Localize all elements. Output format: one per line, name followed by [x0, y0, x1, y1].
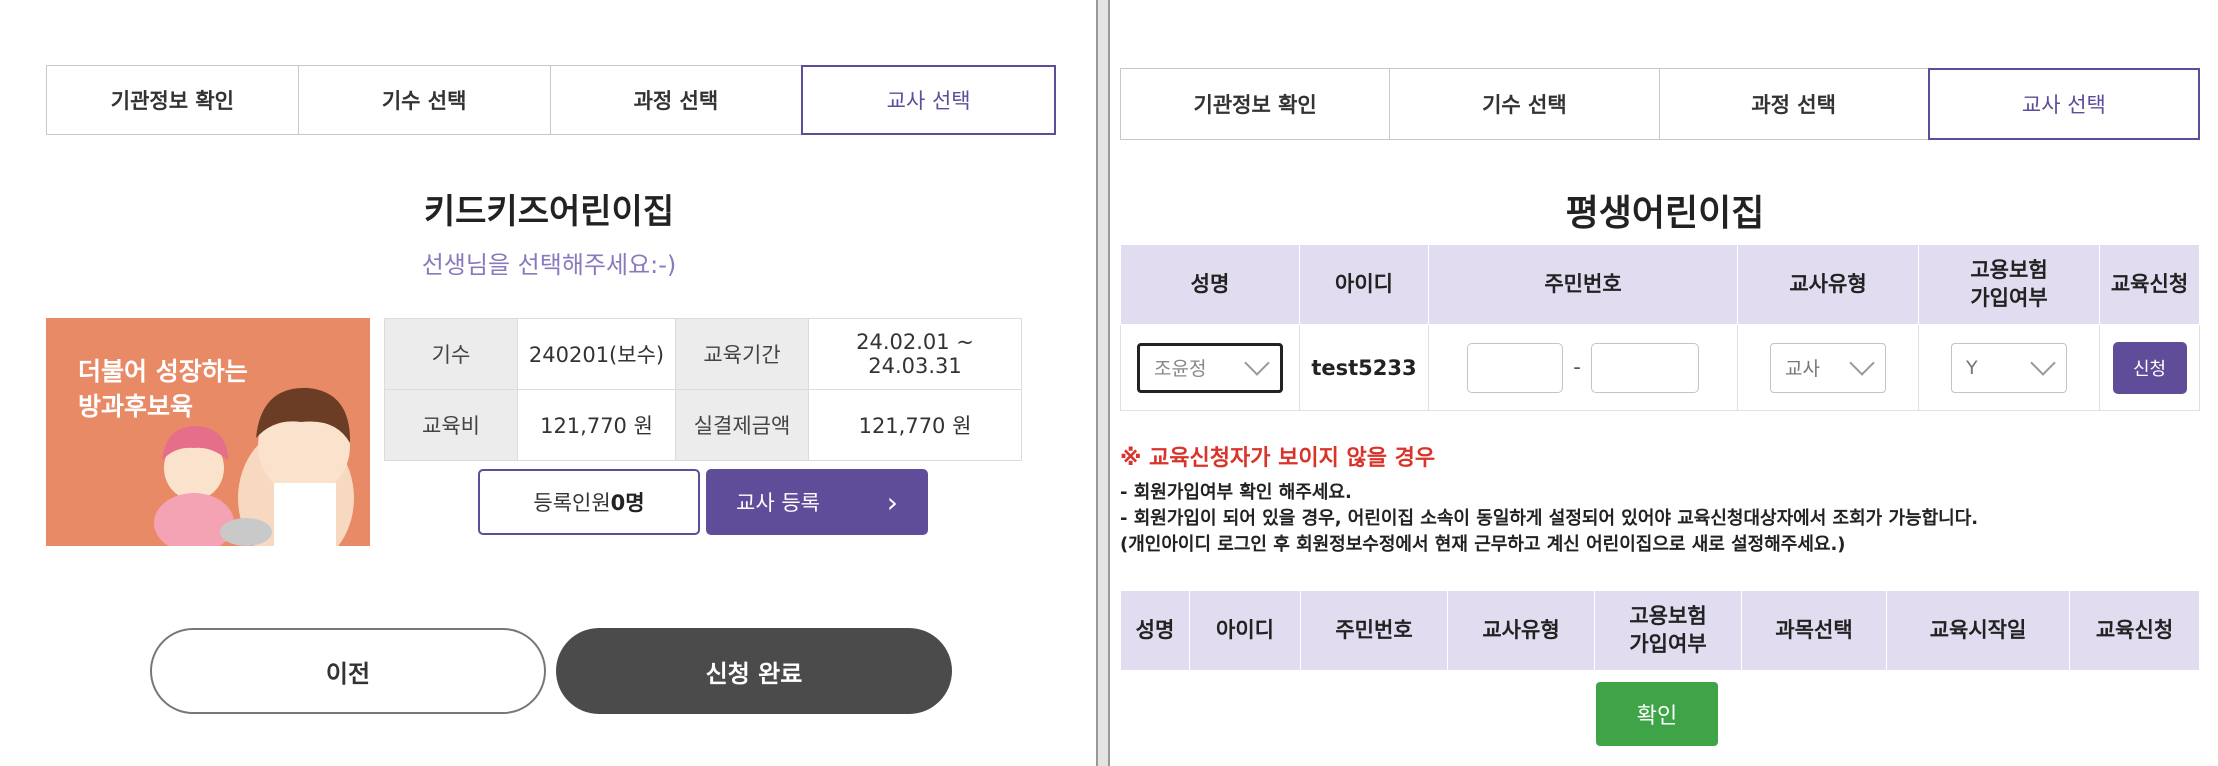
fee-value: 121,770 원 [517, 389, 676, 461]
col-apply: 교육신청 [2099, 244, 2200, 325]
notice-line: (개인아이디 로그인 후 회원정보수정에서 현재 근무하고 계신 어린이집으로 … [1120, 534, 1846, 555]
col-teacher-type: 교사유형 [1737, 244, 1919, 325]
tab-course-select[interactable]: 과정 선택 [551, 66, 803, 134]
col-insurance: 고용보험 가입여부 [1918, 244, 2100, 325]
selected-teacher-table: 성명 아이디 주민번호 교사유형 고용보험 가입여부 과목선택 교육시작일 교육… [1120, 590, 2200, 671]
teacher-select-table: 성명 아이디 주민번호 교사유형 고용보험 가입여부 교육신청 조윤정 test… [1120, 244, 2200, 411]
notice-line: - 회원가입여부 확인 해주세요. [1120, 482, 1352, 503]
chevron-right-icon: › [886, 485, 898, 519]
actual-payment-value: 121,770 원 [808, 389, 1022, 461]
col-subject-select: 과목선택 [1741, 590, 1887, 671]
chevron-down-icon [1849, 349, 1875, 376]
tab-term-select[interactable]: 기수 선택 [299, 66, 551, 134]
term-value: 240201(보수) [517, 318, 676, 390]
insurance-select[interactable]: Y [1951, 342, 2067, 393]
step-tabs: 기관정보 확인 기수 선택 과정 선택 교사 선택 [46, 65, 1056, 135]
col-resident-number: 주민번호 [1428, 244, 1738, 325]
col-id: 아이디 [1189, 590, 1301, 671]
notice-box: ※ 교육신청자가 보이지 않을 경우 - 회원가입여부 확인 해주세요. - 회… [1120, 440, 2210, 558]
tab-institution-info[interactable]: 기관정보 확인 [47, 66, 299, 134]
page-subtitle: 선생님을 선택해주세요:-) [421, 250, 677, 279]
resident-number-front-input[interactable] [1466, 342, 1563, 393]
resident-number-back-input[interactable] [1591, 342, 1700, 393]
register-teacher-button[interactable]: 교사 등록 › [706, 469, 928, 535]
apply-button[interactable]: 신청 [2112, 341, 2187, 394]
registered-count-box: 등록인원 0명 [478, 469, 700, 535]
register-teacher-label: 교사 등록 [736, 491, 820, 515]
step-tabs-2: 기관정보 확인 기수 선택 과정 선택 교사 선택 [1120, 68, 2200, 140]
teacher-type-value: 교사 [1785, 358, 1820, 380]
name-select-value: 조윤정 [1154, 358, 1207, 380]
page-title: 평생어린이집 [1565, 193, 1765, 234]
prev-button[interactable]: 이전 [150, 628, 546, 714]
table-row: 조윤정 test5233 - 교사 Y 신청 [1120, 324, 2200, 411]
col-resident-number: 주민번호 [1300, 590, 1448, 671]
registered-count: 0명 [610, 491, 645, 515]
tab-teacher-select[interactable]: 교사 선택 [1927, 68, 2200, 140]
col-id: 아이디 [1299, 244, 1429, 325]
col-name: 성명 [1120, 590, 1190, 671]
col-start-date: 교육시작일 [1886, 590, 2070, 671]
tab-term-select[interactable]: 기수 선택 [1390, 69, 1660, 139]
table-header: 성명 아이디 주민번호 교사유형 고용보험 가입여부 과목선택 교육시작일 교육… [1120, 590, 2200, 671]
col-teacher-type: 교사유형 [1447, 590, 1595, 671]
left-panel: 기관정보 확인 기수 선택 과정 선택 교사 선택 키드키즈어린이집 선생님을 … [0, 0, 1098, 766]
teacher-id: test5233 [1299, 324, 1429, 411]
submit-complete-button[interactable]: 신청 완료 [556, 628, 952, 714]
tab-teacher-select[interactable]: 교사 선택 [801, 65, 1056, 135]
term-label: 기수 [384, 318, 518, 390]
name-select[interactable]: 조윤정 [1137, 342, 1283, 393]
chevron-down-icon [1244, 349, 1270, 376]
notice-title: ※ 교육신청자가 보이지 않을 경우 [1120, 446, 1436, 471]
registered-label: 등록인원 [533, 491, 611, 515]
chevron-down-icon [2030, 349, 2056, 376]
right-panel: 기관정보 확인 기수 선택 과정 선택 교사 선택 평생어린이집 성명 아이디 … [1108, 0, 2218, 766]
col-insurance: 고용보험 가입여부 [1594, 590, 1742, 671]
teacher-type-select[interactable]: 교사 [1770, 342, 1886, 393]
col-apply: 교육신청 [2069, 590, 2200, 671]
table-header: 성명 아이디 주민번호 교사유형 고용보험 가입여부 교육신청 [1120, 244, 2200, 325]
page-title: 키드키즈어린이집 [423, 191, 675, 232]
period-value: 24.02.01 ~ 24.03.31 [808, 318, 1022, 390]
fee-label: 교육비 [384, 389, 518, 461]
teacher-child-illustration [154, 387, 354, 546]
notice-line: - 회원가입이 되어 있을 경우, 어린이집 소속이 동일하게 설정되어 있어야… [1120, 508, 1979, 529]
actual-payment-label: 실결제금액 [675, 389, 809, 461]
insurance-value: Y [1966, 356, 1978, 379]
course-info-table: 기수 240201(보수) 교육기간 24.02.01 ~ 24.03.31 교… [384, 318, 1022, 461]
confirm-button[interactable]: 확인 [1596, 682, 1718, 746]
resident-number-dash: - [1573, 354, 1581, 379]
tab-institution-info[interactable]: 기관정보 확인 [1121, 69, 1391, 139]
promo-banner: 더불어 성장하는 방과후보육 [46, 318, 370, 546]
tab-course-select[interactable]: 과정 선택 [1660, 69, 1929, 139]
col-name: 성명 [1120, 244, 1300, 325]
period-label: 교육기간 [675, 318, 809, 390]
